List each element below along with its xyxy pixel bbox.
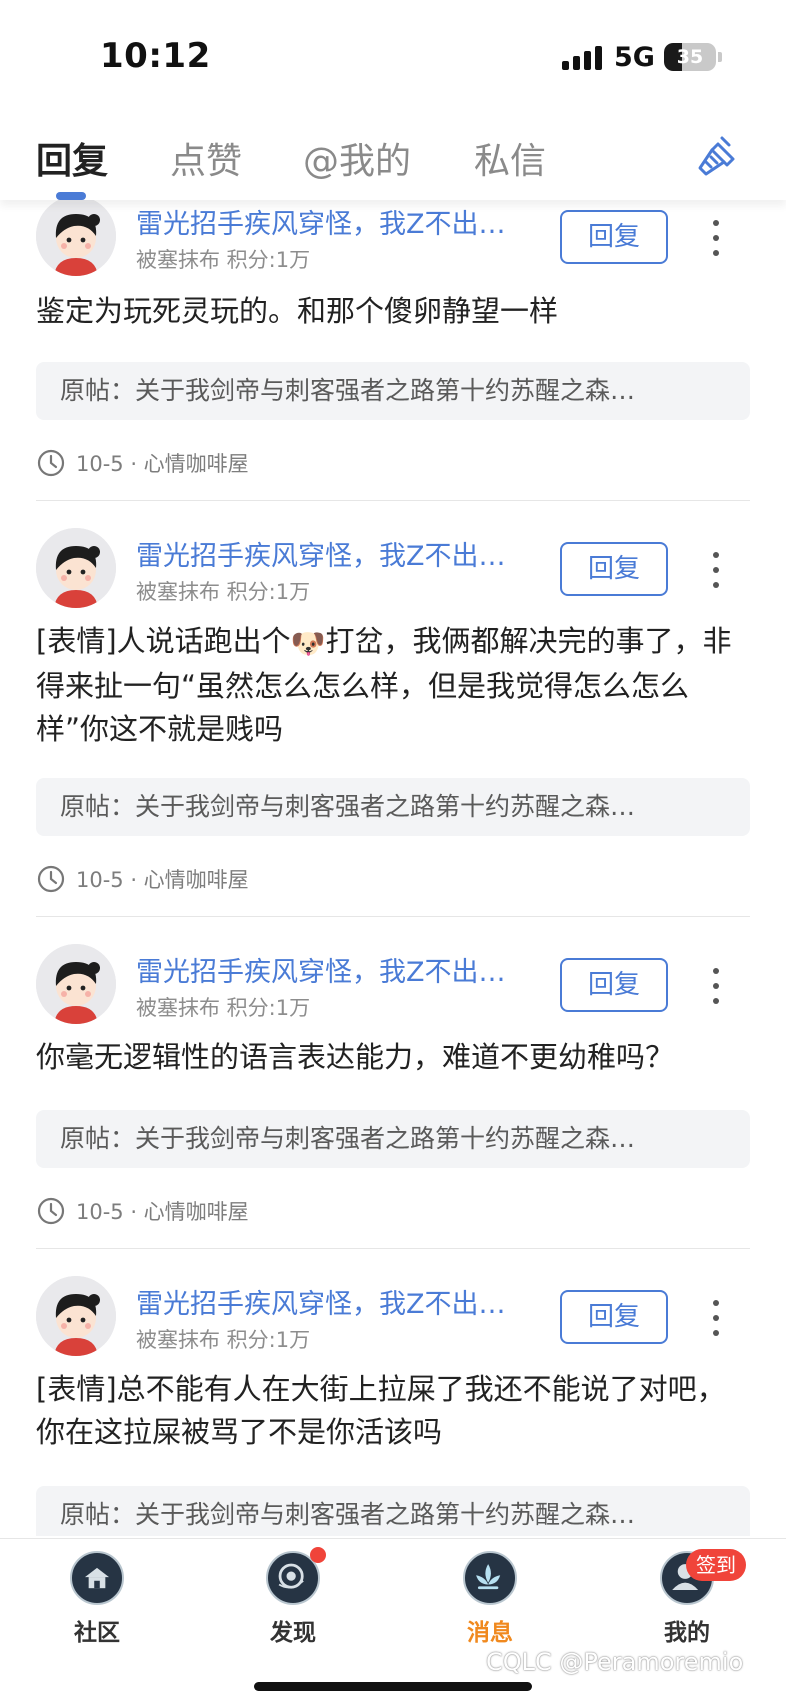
battery-tip bbox=[718, 52, 722, 62]
original-post-link[interactable]: 原帖：关于我剑帝与刺客强者之路第十约苏醒之森… bbox=[36, 1110, 750, 1168]
user-meta: 被塞抹布 积分:1万 bbox=[136, 248, 311, 272]
notification-dot bbox=[310, 1547, 326, 1563]
divider bbox=[36, 1248, 750, 1249]
tab-replies[interactable]: 回复 bbox=[36, 132, 108, 184]
post-date-forum: 10-5 · 心情咖啡屋 bbox=[76, 452, 249, 476]
original-post-link[interactable]: 原帖：关于我剑帝与刺客强者之路第十约苏醒之森… bbox=[36, 1486, 750, 1536]
avatar-image bbox=[36, 528, 116, 608]
discover-icon bbox=[266, 1547, 326, 1605]
cellular-signal-icon bbox=[562, 46, 604, 70]
battery-level: 35 bbox=[676, 46, 704, 68]
original-post-link[interactable]: 原帖：关于我剑帝与刺客强者之路第十约苏醒之森… bbox=[36, 778, 750, 836]
original-post-link[interactable]: 原帖：关于我剑帝与刺客强者之路第十约苏醒之森… bbox=[36, 362, 750, 420]
reply-button[interactable]: 回复 bbox=[560, 210, 668, 264]
tab-mentions[interactable]: @我的 bbox=[303, 132, 411, 184]
tab-private-messages[interactable]: 私信 bbox=[474, 132, 546, 184]
more-options-icon[interactable] bbox=[706, 966, 726, 1006]
avatar[interactable] bbox=[36, 1276, 116, 1356]
divider bbox=[36, 500, 750, 501]
more-options-icon[interactable] bbox=[706, 550, 726, 590]
comment-text: [表情]人说话跑出个🐶打岔，我俩都解决完的事了，非得来扯一句“虽然怎么怎么样，但… bbox=[36, 620, 752, 751]
message-tabs-header: 回复 点赞 @我的 私信 bbox=[0, 112, 786, 200]
post-meta: 10-5 · 心情咖啡屋 bbox=[36, 862, 249, 896]
divider bbox=[36, 916, 750, 917]
post-meta: 10-5 · 心情咖啡屋 bbox=[36, 446, 249, 480]
user-meta: 被塞抹布 积分:1万 bbox=[136, 1328, 311, 1352]
avatar-image bbox=[36, 944, 116, 1024]
post-date-forum: 10-5 · 心情咖啡屋 bbox=[76, 868, 249, 892]
active-tab-indicator bbox=[56, 192, 86, 200]
network-type: 5G bbox=[614, 42, 655, 73]
username[interactable]: 雷光招手疾风穿怪，我Z不出… bbox=[136, 202, 506, 241]
clock-icon bbox=[37, 865, 65, 893]
avatar[interactable] bbox=[36, 944, 116, 1024]
broom-icon[interactable] bbox=[692, 132, 742, 182]
nav-label: 社区 bbox=[74, 1620, 120, 1646]
comment-text-before: [表情]人说话跑出个 bbox=[36, 624, 291, 658]
nav-label: 发现 bbox=[270, 1620, 316, 1646]
avatar[interactable] bbox=[36, 528, 116, 608]
username[interactable]: 雷光招手疾风穿怪，我Z不出… bbox=[136, 950, 506, 989]
comment-text: 你毫无逻辑性的语言表达能力，难道不更幼稚吗？ bbox=[36, 1040, 675, 1074]
watermark: CQLC @Peramoremio bbox=[486, 1648, 744, 1676]
dog-emoji: 🐶 bbox=[290, 626, 326, 660]
avatar[interactable] bbox=[36, 200, 116, 276]
nav-messages[interactable]: 消息 bbox=[435, 1551, 545, 1647]
reply-button[interactable]: 回复 bbox=[560, 542, 668, 596]
comment-text: [表情]总不能有人在大街上拉屎了我还不能说了对吧，你在这拉屎被骂了不是你活该吗 bbox=[36, 1372, 726, 1449]
nav-label: 我的 bbox=[664, 1620, 710, 1646]
clock-icon bbox=[37, 1197, 65, 1225]
status-bar: 10:12 5G 35 bbox=[0, 0, 786, 112]
reply-button[interactable]: 回复 bbox=[560, 1290, 668, 1344]
nav-discover[interactable]: 发现 bbox=[238, 1547, 348, 1647]
status-time: 10:12 bbox=[100, 36, 211, 76]
comment-text: 鉴定为玩死灵玩的。和那个傻卵静望一样 bbox=[36, 294, 559, 328]
post-meta: 10-5 · 心情咖啡屋 bbox=[36, 1194, 249, 1228]
home-indicator[interactable] bbox=[254, 1682, 532, 1691]
battery-icon: 35 bbox=[664, 43, 716, 71]
tab-likes[interactable]: 点赞 bbox=[170, 132, 242, 184]
clock-icon bbox=[37, 449, 65, 477]
more-options-icon[interactable] bbox=[706, 1298, 726, 1338]
user-meta: 被塞抹布 积分:1万 bbox=[136, 996, 311, 1020]
nav-label: 消息 bbox=[467, 1620, 513, 1646]
community-icon bbox=[70, 1551, 124, 1605]
reply-feed[interactable]: 雷光招手疾风穿怪，我Z不出… 被塞抹布 积分:1万 回复 鉴定为玩死灵玩的。和那… bbox=[0, 200, 786, 1536]
messages-icon bbox=[463, 1551, 517, 1605]
avatar-image bbox=[36, 200, 116, 276]
more-options-icon[interactable] bbox=[706, 218, 726, 258]
user-meta: 被塞抹布 积分:1万 bbox=[136, 580, 311, 604]
post-date-forum: 10-5 · 心情咖啡屋 bbox=[76, 1200, 249, 1224]
avatar-image bbox=[36, 1276, 116, 1356]
reply-button[interactable]: 回复 bbox=[560, 958, 668, 1012]
nav-community[interactable]: 社区 bbox=[42, 1551, 152, 1647]
sign-in-badge[interactable]: 签到 bbox=[686, 1549, 746, 1581]
username[interactable]: 雷光招手疾风穿怪，我Z不出… bbox=[136, 534, 506, 573]
bottom-navigation: 社区 发现 消息 我的 签到 bbox=[0, 1538, 786, 1704]
username[interactable]: 雷光招手疾风穿怪，我Z不出… bbox=[136, 1282, 506, 1321]
